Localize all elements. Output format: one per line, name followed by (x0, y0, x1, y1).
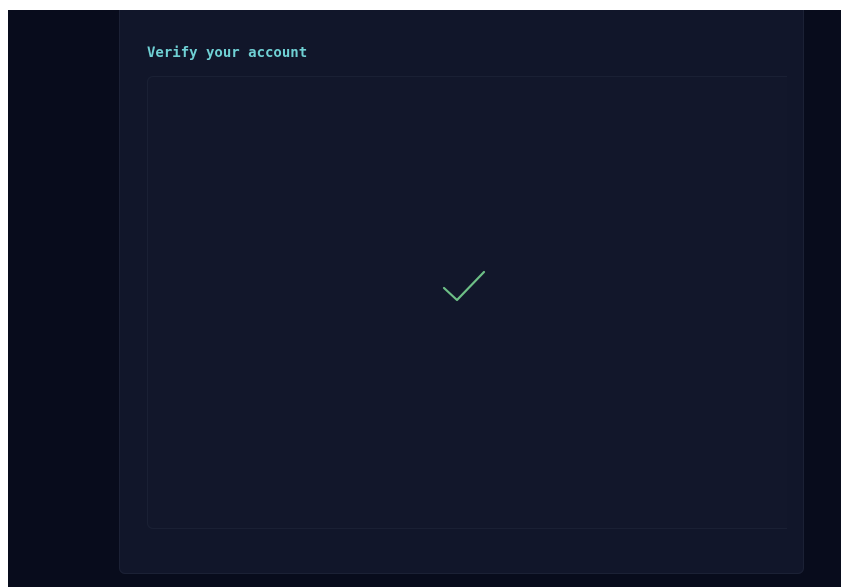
verification-widget-frame (147, 76, 787, 529)
checkmark-icon (442, 270, 486, 302)
page-background: Verify your account (8, 10, 841, 587)
card-title: Verify your account (147, 45, 308, 61)
verification-card: Verify your account (119, 10, 804, 574)
